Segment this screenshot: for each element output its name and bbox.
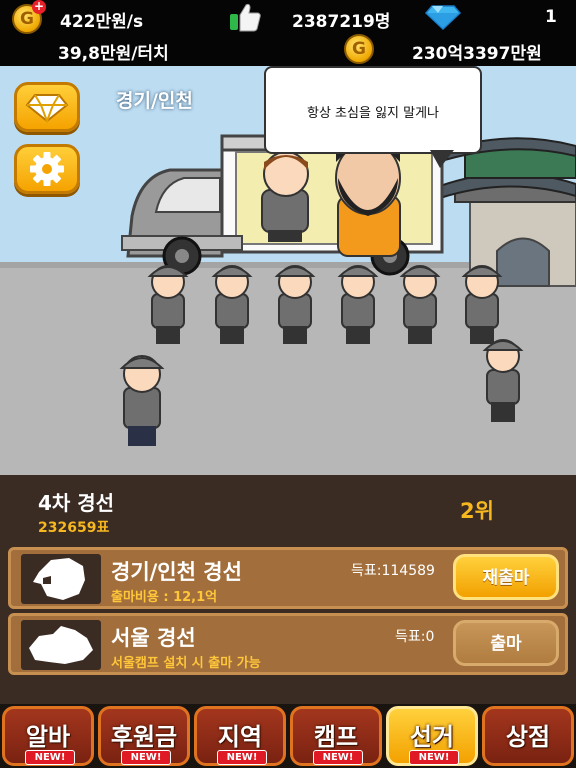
tab-label: 지역 bbox=[217, 723, 263, 751]
tab-donations[interactable]: 후원금 NEW! bbox=[98, 706, 190, 766]
tab-label: 선거 bbox=[409, 723, 455, 751]
new-badge: NEW! bbox=[409, 750, 459, 765]
staff-character-right bbox=[482, 339, 524, 422]
election-card-name: 경기/인천 경선 bbox=[111, 560, 242, 584]
gold-coin-plus-icon[interactable]: + bbox=[12, 0, 46, 34]
income-per-touch: 39,8만원/터치 bbox=[58, 44, 169, 64]
speech-bubble: 항상 초심을 잃지 말게나 bbox=[264, 66, 482, 154]
gear-icon bbox=[30, 152, 64, 186]
income-per-second: 422만원/s bbox=[60, 12, 144, 32]
tab-election[interactable]: 선거 NEW! bbox=[386, 706, 478, 766]
election-card-subtext: 서울캠프 설치 시 출마 가능 bbox=[111, 656, 261, 671]
election-card-gyeonggi[interactable]: 경기/인천 경선 득표:114589 출마비용 : 12,1억 재출마 bbox=[8, 547, 568, 609]
likes-count: 2387219명 bbox=[292, 12, 391, 32]
election-round-name: 4차 경선 bbox=[38, 491, 115, 515]
election-card-votes: 득표:0 bbox=[395, 629, 435, 645]
new-badge: NEW! bbox=[25, 750, 75, 765]
new-badge: NEW! bbox=[217, 750, 267, 765]
staff-character-left bbox=[119, 355, 165, 446]
tab-shop[interactable]: 상점 bbox=[482, 706, 574, 766]
seoul-map-icon bbox=[21, 620, 101, 670]
supporter-row bbox=[147, 265, 503, 344]
new-badge: NEW! bbox=[313, 750, 363, 765]
staff-on-truck bbox=[261, 151, 309, 242]
thumbs-up-icon bbox=[228, 2, 262, 36]
election-card-subtext: 출마비용 : 12,1억 bbox=[111, 590, 218, 605]
election-card-votes: 득표:114589 bbox=[351, 563, 435, 579]
election-card-seoul[interactable]: 서울 경선 득표:0 서울캠프 설치 시 출마 가능 출마 bbox=[8, 613, 568, 675]
election-card-name: 서울 경선 bbox=[111, 626, 196, 650]
tab-region[interactable]: 지역 NEW! bbox=[194, 706, 286, 766]
gyeonggi-map-icon bbox=[21, 554, 101, 604]
new-badge: NEW! bbox=[121, 750, 171, 765]
speech-bubble-text: 항상 초심을 잃지 말게나 bbox=[307, 106, 439, 121]
diamond-icon bbox=[25, 94, 69, 124]
total-money: 230억3397만원 bbox=[412, 44, 542, 64]
rank-label: 2위 bbox=[460, 499, 494, 523]
gold-coin-icon bbox=[344, 34, 374, 64]
diamond-icon bbox=[424, 4, 462, 34]
game-scene[interactable]: 경기/인천 항상 초심을 잃지 말게나 bbox=[0, 66, 576, 475]
tab-label: 상점 bbox=[505, 723, 551, 751]
status-bar: + 422만원/s 2387219명 1 39,8만원/터치 230억3397만… bbox=[0, 0, 576, 66]
gem-shop-button[interactable] bbox=[14, 82, 80, 132]
plus-badge: + bbox=[32, 0, 46, 14]
settings-button[interactable] bbox=[14, 144, 80, 194]
region-title: 경기/인천 bbox=[116, 90, 193, 112]
tab-label: 알바 bbox=[25, 723, 71, 751]
tab-label: 캠프 bbox=[313, 723, 359, 751]
run-button[interactable]: 출마 bbox=[453, 620, 559, 666]
candidate-character bbox=[335, 141, 401, 257]
total-votes: 232659표 bbox=[38, 520, 110, 536]
bottom-tab-bar: 알바 NEW! 후원금 NEW! 지역 NEW! 캠프 NEW! 선거 NEW!… bbox=[0, 704, 576, 768]
tab-part-time[interactable]: 알바 NEW! bbox=[2, 706, 94, 766]
rerun-button[interactable]: 재출마 bbox=[453, 554, 559, 600]
gem-count: 1 bbox=[545, 7, 557, 27]
speech-bubble-tail bbox=[430, 150, 454, 168]
tab-camp[interactable]: 캠프 NEW! bbox=[290, 706, 382, 766]
tab-label: 후원금 bbox=[110, 723, 178, 751]
